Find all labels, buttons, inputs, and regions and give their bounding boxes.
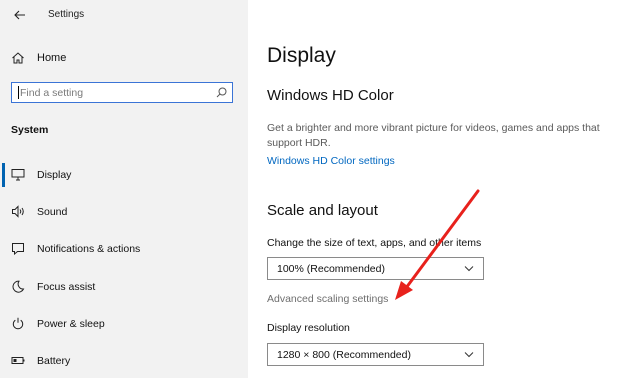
sidebar-item-label: Sound bbox=[37, 206, 68, 218]
scale-label: Change the size of text, apps, and other… bbox=[267, 237, 482, 249]
sidebar: Settings Home System Display Sound bbox=[0, 0, 248, 378]
sidebar-item-battery[interactable]: Battery bbox=[0, 349, 248, 373]
moon-icon bbox=[12, 280, 25, 293]
sidebar-item-power-sleep[interactable]: Power & sleep bbox=[0, 312, 248, 336]
search-box[interactable] bbox=[11, 82, 233, 103]
sidebar-item-notifications[interactable]: Notifications & actions bbox=[0, 237, 248, 261]
sidebar-item-label: Battery bbox=[37, 355, 71, 367]
sidebar-item-label: Focus assist bbox=[37, 281, 96, 293]
scale-dropdown[interactable]: 100% (Recommended) bbox=[267, 257, 484, 280]
sidebar-item-display[interactable]: Display bbox=[0, 163, 248, 187]
sidebar-item-focus-assist[interactable]: Focus assist bbox=[0, 275, 248, 299]
hd-color-settings-link[interactable]: Windows HD Color settings bbox=[267, 155, 395, 167]
scale-layout-heading: Scale and layout bbox=[267, 202, 378, 219]
chevron-down-icon bbox=[464, 352, 474, 358]
sidebar-item-label: Display bbox=[37, 169, 72, 181]
sidebar-item-home[interactable]: Home bbox=[0, 47, 248, 71]
window-title: Settings bbox=[48, 9, 85, 20]
sidebar-item-sound[interactable]: Sound bbox=[0, 200, 248, 224]
search-input[interactable] bbox=[16, 85, 210, 100]
resolution-label: Display resolution bbox=[267, 322, 350, 334]
home-icon bbox=[12, 52, 24, 64]
main-content: Display Windows HD Color Get a brighter … bbox=[248, 0, 617, 378]
resolution-dropdown[interactable]: 1280 × 800 (Recommended) bbox=[267, 343, 484, 366]
sidebar-item-label: Home bbox=[37, 52, 67, 64]
resolution-dropdown-value: 1280 × 800 (Recommended) bbox=[277, 349, 411, 361]
page-title: Display bbox=[267, 44, 336, 67]
chevron-down-icon bbox=[464, 266, 474, 272]
hd-color-description: Get a brighter and more vibrant picture … bbox=[267, 122, 600, 149]
section-header: System bbox=[11, 124, 49, 136]
search-icon[interactable] bbox=[216, 87, 227, 98]
sidebar-item-label: Power & sleep bbox=[37, 318, 105, 330]
arrow-left-icon bbox=[14, 10, 25, 20]
advanced-scaling-link[interactable]: Advanced scaling settings bbox=[267, 293, 388, 305]
notification-icon bbox=[12, 243, 24, 255]
sidebar-item-label: Notifications & actions bbox=[37, 243, 141, 255]
battery-icon bbox=[11, 357, 25, 364]
scale-dropdown-value: 100% (Recommended) bbox=[277, 263, 385, 275]
power-icon bbox=[12, 317, 24, 330]
selection-indicator bbox=[2, 163, 5, 187]
hd-color-heading: Windows HD Color bbox=[267, 87, 394, 104]
speaker-icon bbox=[12, 205, 24, 218]
monitor-icon bbox=[11, 169, 25, 181]
back-button[interactable] bbox=[10, 5, 30, 25]
